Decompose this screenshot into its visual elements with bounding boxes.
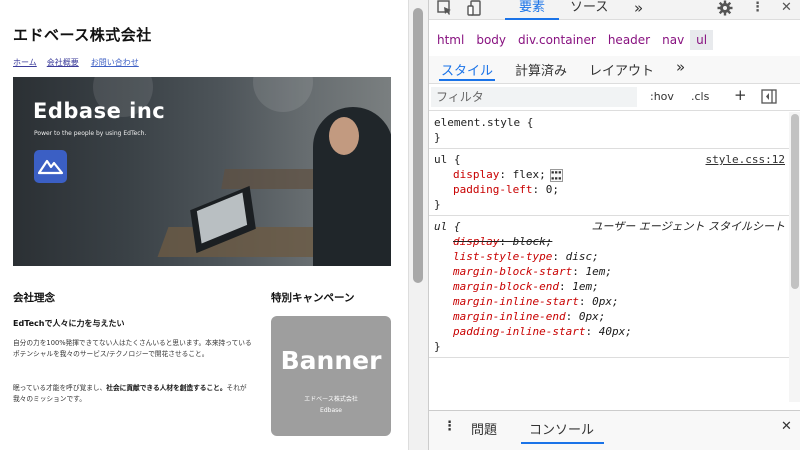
sidebar-toggle-icon[interactable] xyxy=(761,89,777,107)
new-rule-plus-icon[interactable]: + xyxy=(734,86,747,104)
tab-styles[interactable]: スタイル xyxy=(439,60,496,81)
campaign-banner[interactable]: Banner エドベース株式会社 Edbase xyxy=(271,316,391,436)
paragraph-text: 眠っている才能を呼び覚まし、 xyxy=(13,384,107,392)
page-scrollbar-thumb[interactable] xyxy=(413,8,423,283)
device-toggle-icon[interactable] xyxy=(467,0,483,20)
styles-filter-input[interactable] xyxy=(431,87,637,107)
css-property-name: padding-inline-start xyxy=(453,325,586,338)
more-tabs-icon[interactable]: » xyxy=(634,0,643,20)
tab-layout[interactable]: レイアウト xyxy=(589,60,654,79)
hero-subtitle: Power to the people by using EdTech. xyxy=(34,130,147,137)
inspect-element-icon[interactable] xyxy=(437,0,453,20)
breadcrumb-item[interactable]: header xyxy=(602,30,656,50)
css-declaration[interactable]: list-style-type: disc; xyxy=(434,249,785,264)
breadcrumb-item-selected[interactable]: ul xyxy=(690,30,714,50)
styles-filter-bar: :hov .cls + xyxy=(429,85,800,111)
page-scrollbar[interactable] xyxy=(408,0,428,450)
css-property-name: margin-inline-end xyxy=(453,310,566,323)
css-declaration[interactable]: display: flex; ▪▪▪ ▪▪▪ xyxy=(434,167,785,182)
css-property-value: block; xyxy=(512,235,553,248)
css-declaration-overridden[interactable]: display: block; xyxy=(434,234,785,249)
rule-element-style[interactable]: element.style { } xyxy=(429,112,789,149)
tab-sources[interactable]: ソース xyxy=(570,0,608,20)
devtools-toolbar: 要素 ソース » ⋮ ✕ xyxy=(429,0,800,20)
banner-brand: Edbase xyxy=(320,407,342,414)
css-property-name: margin-block-start xyxy=(453,265,573,278)
drawer-menu-icon[interactable]: ⋮ xyxy=(443,419,456,434)
css-property-value: 0; xyxy=(545,183,559,196)
site-nav: ホーム 会社概要 お問い合わせ xyxy=(13,57,149,68)
banner-company: エドベース株式会社 xyxy=(304,396,358,403)
philosophy-heading: 会社理念 xyxy=(13,292,55,304)
css-property-name: padding-left xyxy=(453,183,533,196)
flexbox-editor-icon[interactable]: ▪▪▪ ▪▪▪ xyxy=(549,168,563,182)
site-title: エドベース株式会社 xyxy=(13,26,152,44)
nav-link-about[interactable]: 会社概要 xyxy=(47,57,79,68)
tab-console[interactable]: コンソール xyxy=(521,419,605,444)
tab-elements[interactable]: 要素 xyxy=(505,0,560,20)
css-property-value: 1em; xyxy=(585,265,612,278)
hero-image: Edbase inc Power to the people by using … xyxy=(13,77,391,266)
rule-source-link[interactable]: style.css:12 xyxy=(706,152,785,167)
rule-close-brace: } xyxy=(434,340,441,353)
breadcrumb-item[interactable]: div.container xyxy=(512,30,602,50)
dom-breadcrumb: html body div.container header nav ul xyxy=(429,28,800,52)
breadcrumb-item[interactable]: html xyxy=(431,30,470,50)
philosophy-subheading: EdTechで人々に力を与えたい xyxy=(13,319,125,328)
devtools-drawer: ⋮ 問題 コンソール ✕ xyxy=(429,410,800,450)
cls-toggle[interactable]: .cls xyxy=(691,90,709,103)
css-declaration[interactable]: margin-inline-end: 0px; xyxy=(434,309,785,324)
css-property-value: 1em; xyxy=(572,280,599,293)
hero-bg-light xyxy=(253,77,313,112)
rule-source-label: ユーザー エージェント スタイルシート xyxy=(591,220,785,233)
breadcrumb-item[interactable]: nav xyxy=(656,30,690,50)
styles-scrollbar[interactable] xyxy=(789,112,800,402)
more-subtabs-icon[interactable]: » xyxy=(676,58,685,76)
nav-link-home[interactable]: ホーム xyxy=(13,57,37,68)
banner-title: Banner xyxy=(280,346,382,375)
hero-person-face xyxy=(329,117,359,155)
css-declaration[interactable]: margin-block-end: 1em; xyxy=(434,279,785,294)
page-preview: エドベース株式会社 ホーム 会社概要 お問い合わせ Edbase inc Pow… xyxy=(0,0,408,450)
kebab-icon[interactable]: ⋮ xyxy=(751,0,764,15)
nav-link-contact[interactable]: お問い合わせ xyxy=(91,57,139,68)
css-declaration[interactable]: margin-block-start: 1em; xyxy=(434,264,785,279)
css-property-value: 0px; xyxy=(592,295,619,308)
close-devtools-icon[interactable]: ✕ xyxy=(781,0,792,15)
rule-selector: element.style { xyxy=(434,116,534,129)
breadcrumb-item[interactable]: body xyxy=(470,30,512,50)
tab-computed[interactable]: 計算済み xyxy=(515,60,567,79)
rule-author-ul[interactable]: ul { style.css:12 display: flex; ▪▪▪ ▪▪▪ p… xyxy=(429,149,789,216)
style-rules-list: element.style { } ul { style.css:12 disp… xyxy=(429,112,789,358)
css-property-name: list-style-type xyxy=(453,250,553,263)
logo-icon xyxy=(34,150,67,183)
rule-close-brace: } xyxy=(434,198,441,211)
css-property-name: margin-inline-start xyxy=(453,295,579,308)
css-property-value: 0px; xyxy=(578,310,606,323)
styles-subtabs: スタイル 計算済み レイアウト » xyxy=(429,56,800,84)
css-property-value: flex; xyxy=(512,168,546,181)
rule-user-agent-ul[interactable]: ul { ユーザー エージェント スタイルシート display: block;… xyxy=(429,216,789,358)
css-declaration[interactable]: padding-left: 0; xyxy=(434,182,785,197)
hov-toggle[interactable]: :hov xyxy=(650,90,674,103)
close-drawer-icon[interactable]: ✕ xyxy=(781,419,792,434)
paragraph-bold-text: 社会に貢献できる人材を創造すること。 xyxy=(106,384,227,392)
philosophy-paragraph: 自分の力を100%発揮できてない人はたくさんいると思います。本来持っているポテン… xyxy=(13,339,252,358)
css-property-value: 40px; xyxy=(598,325,632,338)
gear-icon[interactable] xyxy=(717,0,733,20)
css-declaration[interactable]: padding-inline-start: 40px; xyxy=(434,324,785,339)
philosophy-paragraph: 眠っている才能を呼び覚まし、社会に貢献できる人材を創造すること。それが我々のミッ… xyxy=(13,383,253,405)
css-declaration[interactable]: margin-inline-start: 0px; xyxy=(434,294,785,309)
rule-close-brace: } xyxy=(434,131,441,144)
css-property-value: disc; xyxy=(565,250,599,263)
campaign-heading: 特別キャンペーン xyxy=(271,292,355,304)
css-property-name: display xyxy=(453,168,500,181)
styles-scrollbar-thumb[interactable] xyxy=(791,114,799,289)
tab-issues[interactable]: 問題 xyxy=(471,419,497,438)
css-property-name: display xyxy=(453,235,500,248)
hero-title: Edbase inc xyxy=(33,99,166,123)
devtools-panel: 要素 ソース » ⋮ ✕ html body div.container hea… xyxy=(428,0,800,450)
css-property-name: margin-block-end xyxy=(453,280,559,293)
